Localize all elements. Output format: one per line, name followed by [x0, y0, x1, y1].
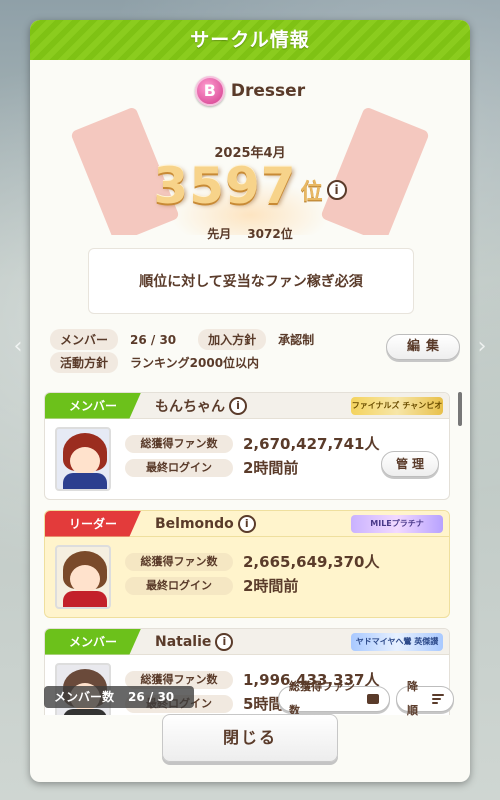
fans-value: 2,665,649,370人: [243, 553, 380, 571]
circle-info-dialog: サークル情報 B Dresser 2025年4月 3597 位 i 先月 3072…: [30, 20, 470, 782]
edit-button[interactable]: 編集: [386, 334, 460, 360]
rank-info-icon[interactable]: i: [326, 180, 347, 200]
login-value: 2時間前: [243, 459, 299, 477]
rank-suffix: 位: [300, 180, 323, 205]
last-month-value: 3072位: [247, 227, 293, 241]
rank-number: 3597: [153, 157, 297, 215]
meta-row-activity: 活動方針 ランキング2000位以内: [50, 352, 259, 373]
member-info-icon[interactable]: i: [229, 396, 247, 415]
dialog-title: サークル情報: [30, 20, 470, 60]
circle-rank-badge-icon: B: [194, 76, 225, 106]
role-tag: メンバー: [45, 393, 141, 419]
activity-policy-value: ランキング2000位以内: [130, 356, 260, 370]
count-value: 26 / 30: [128, 690, 175, 704]
sort-order-button[interactable]: 降順: [396, 680, 454, 717]
prev-arrow-icon[interactable]: ‹: [8, 335, 28, 359]
fans-stat: 総獲得ファン数 2,665,649,370人: [125, 551, 379, 572]
member-card[interactable]: メンバー もんちゃん i ファイナルズ チャンピオン 総獲得ファン数 2,670…: [44, 392, 450, 500]
list-controls: メンバー数 26 / 30 総獲得ファン数 降順: [40, 680, 460, 717]
last-month-label: 先月: [207, 227, 232, 241]
title-badge: ファイナルズ チャンピオン: [351, 397, 443, 415]
member-list[interactable]: メンバー もんちゃん i ファイナルズ チャンピオン 総獲得ファン数 2,670…: [40, 380, 460, 715]
member-card-header: メンバー もんちゃん i ファイナルズ チャンピオン: [45, 393, 449, 419]
avatar-body: [63, 473, 107, 489]
member-card-header: メンバー Natalie i ヤドマイヤへ鸞 英傑讃☆9: [45, 629, 449, 655]
login-stat: 最終ログイン 2時間前: [125, 575, 298, 596]
member-count: 26 / 30: [130, 332, 177, 347]
title-badge: MILEプラチナ: [351, 515, 443, 533]
login-stat: 最終ログイン 2時間前: [125, 457, 298, 478]
member-label: メンバー: [50, 329, 119, 350]
avatar-body: [63, 591, 107, 607]
title-badge: ヤドマイヤへ鸞 英傑讃☆9: [351, 633, 443, 651]
circle-slogan: 順位に対して妥当なファン稼ぎ必須: [88, 248, 414, 314]
avatar-face: [70, 565, 100, 593]
avatar-face: [70, 447, 100, 475]
rank-row: 3597 位 i: [30, 158, 470, 214]
login-label: 最終ログイン: [125, 458, 233, 477]
list-scrollbar[interactable]: [458, 392, 462, 426]
role-tag: リーダー: [45, 511, 141, 537]
login-label: 最終ログイン: [125, 576, 233, 595]
circle-name-row: B Dresser: [30, 76, 470, 106]
role-tag: メンバー: [45, 629, 141, 655]
avatar[interactable]: [55, 427, 111, 491]
count-label: メンバー数: [54, 690, 115, 704]
member-info-icon[interactable]: i: [215, 632, 234, 651]
sort-lines-icon: [431, 694, 444, 704]
member-info-icon[interactable]: i: [237, 514, 256, 533]
manage-button[interactable]: 管理: [381, 451, 439, 477]
fans-label: 総獲得ファン数: [125, 434, 233, 453]
card-icon: [367, 694, 379, 704]
next-arrow-icon[interactable]: ›: [472, 335, 492, 359]
meta-row-members: メンバー 26 / 30 加入方針 承認制: [50, 329, 314, 350]
member-name: もんちゃん: [155, 398, 225, 415]
activity-policy-label: 活動方針: [50, 352, 119, 373]
fans-value: 2,670,427,741人: [243, 435, 380, 453]
avatar[interactable]: [55, 545, 111, 609]
login-value: 2時間前: [243, 577, 299, 595]
member-card-header: リーダー Belmondo i MILEプラチナ: [45, 511, 449, 537]
circle-name: Dresser: [230, 81, 306, 101]
member-count-chip: メンバー数 26 / 30: [44, 686, 194, 708]
close-button[interactable]: 閉じる: [162, 714, 338, 762]
member-card[interactable]: リーダー Belmondo i MILEプラチナ 総獲得ファン数 2,665,6…: [44, 510, 450, 618]
last-month-rank: 先月 3072位: [30, 225, 470, 242]
fans-label: 総獲得ファン数: [125, 552, 233, 571]
member-name: Natalie: [155, 633, 212, 650]
join-policy-label: 加入方針: [198, 329, 267, 350]
member-name: Belmondo: [155, 515, 234, 532]
sort-by-fans-button[interactable]: 総獲得ファン数: [278, 680, 390, 717]
join-policy-value: 承認制: [278, 333, 315, 347]
fans-stat: 総獲得ファン数 2,670,427,741人: [125, 433, 379, 454]
sort-order-label: 降順: [407, 680, 418, 717]
